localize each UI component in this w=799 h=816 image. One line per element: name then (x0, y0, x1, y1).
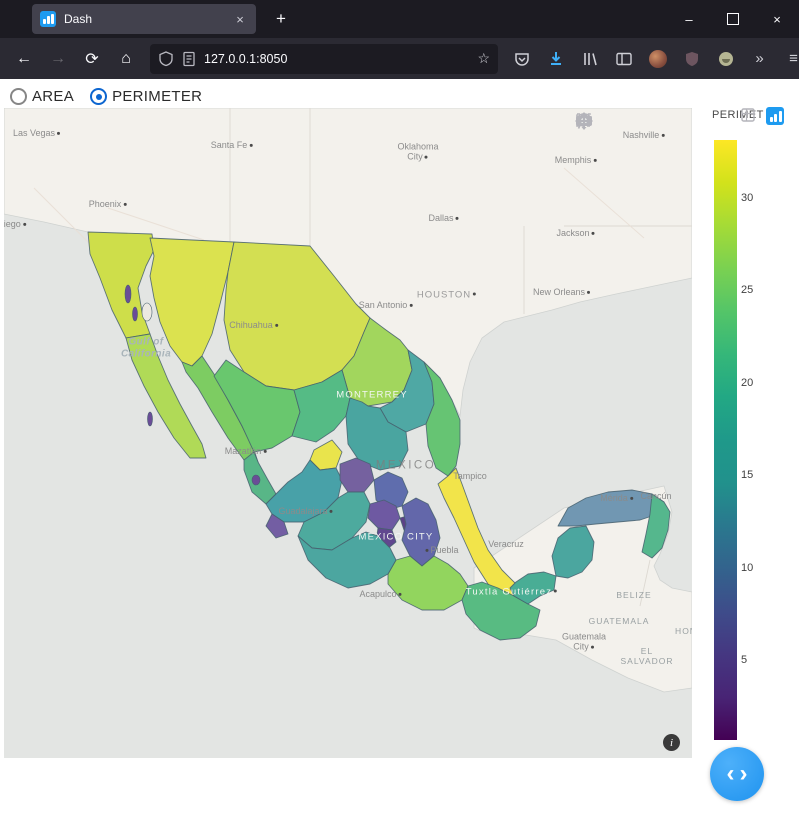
map-attribution-icon[interactable]: i (663, 734, 680, 751)
area-perimeter-radio-group: AREA PERIMETER (10, 88, 202, 105)
colorbar-tick-30: 30 (741, 192, 754, 205)
back-button[interactable]: ← (8, 44, 40, 74)
dash-favicon (40, 11, 56, 27)
colorbar-tick-10: 10 (741, 561, 754, 574)
colorbar-title: PERIMETE (712, 109, 764, 121)
bookmark-star-icon[interactable]: ☆ (477, 50, 490, 67)
island (141, 302, 153, 322)
maximize-icon (727, 13, 739, 25)
pocket-button[interactable] (506, 44, 537, 74)
download-arrow-icon (550, 51, 561, 65)
plotly-modebar (575, 112, 684, 132)
colorbar-tick-25: 25 (741, 284, 754, 296)
lasso-select-icon[interactable] (576, 112, 684, 132)
choropleth-map[interactable]: Las Vegas Santa Fe Oklahoma City Memphis Nas… (4, 108, 692, 758)
pan-icon[interactable] (575, 112, 626, 132)
new-tab-button[interactable]: + (268, 6, 294, 32)
modebar-extra-icon[interactable] (741, 108, 755, 127)
colorbar-tick-5: 5 (741, 654, 748, 667)
plotly-logo-icon[interactable] (766, 107, 784, 125)
downloads-button[interactable] (540, 44, 571, 74)
island (124, 284, 132, 304)
pocket-icon (514, 52, 529, 66)
radio-unselected-icon[interactable] (10, 88, 27, 105)
island (147, 411, 153, 427)
island (132, 306, 138, 322)
colorbar-tick-20: 20 (741, 377, 754, 389)
colorbar-tick-15: 15 (741, 468, 754, 481)
browser-toolbar: ← → ⟳ ⌂ 127.0.0.1:8050 ☆ » ≡ (0, 38, 799, 79)
tab-close-icon[interactable]: × (232, 12, 248, 27)
radio-option-perimeter[interactable]: PERIMETER (90, 88, 202, 105)
map-canvas[interactable] (4, 108, 692, 758)
home-button[interactable]: ⌂ (110, 44, 142, 74)
radio-option-area[interactable]: AREA (10, 88, 74, 105)
window-minimize-button[interactable]: – (667, 0, 711, 38)
account-avatar (648, 49, 667, 68)
extension-shield-icon (685, 51, 698, 66)
radio-label: PERIMETER (112, 88, 203, 105)
dash-debug-menu-button[interactable]: ‹ › (710, 747, 764, 801)
window-maximize-button[interactable] (711, 0, 755, 38)
shield-icon[interactable] (158, 50, 174, 67)
forward-button[interactable]: → (42, 44, 74, 74)
box-select-icon[interactable] (576, 112, 655, 132)
sidebar-button[interactable] (608, 44, 639, 74)
browser-titlebar: Dash × + – × (0, 0, 799, 38)
extension-shield-button[interactable] (676, 44, 707, 74)
sidebar-icon (615, 52, 632, 65)
account-button[interactable] (642, 44, 673, 74)
app-menu-button[interactable]: ≡ (778, 44, 799, 74)
extension-globe-icon (718, 51, 733, 66)
url-bar[interactable]: 127.0.0.1:8050 ☆ (150, 43, 498, 74)
extension-globe-button[interactable] (710, 44, 741, 74)
page-info-icon[interactable] (181, 51, 197, 67)
chevron-right-icon: › (739, 760, 748, 787)
colorbar-ticks: 30 25 20 15 10 5 (741, 140, 771, 740)
tab-title: Dash (64, 12, 93, 26)
colorbar-gradient (714, 140, 737, 740)
radio-label: AREA (32, 88, 75, 105)
browser-tab[interactable]: Dash × (32, 4, 256, 34)
reload-button[interactable]: ⟳ (76, 44, 108, 74)
url-text[interactable]: 127.0.0.1:8050 (204, 52, 470, 66)
radio-selected-icon[interactable] (90, 88, 108, 105)
island (251, 474, 261, 486)
library-icon (583, 52, 597, 65)
overflow-menu-button[interactable]: » (744, 44, 775, 74)
chevron-left-icon: ‹ (726, 760, 735, 787)
dash-app-page: AREA PERIMETER Las Vegas Santa Fe Oklahoma … (0, 79, 799, 816)
window-close-button[interactable]: × (755, 0, 799, 38)
library-button[interactable] (574, 44, 605, 74)
